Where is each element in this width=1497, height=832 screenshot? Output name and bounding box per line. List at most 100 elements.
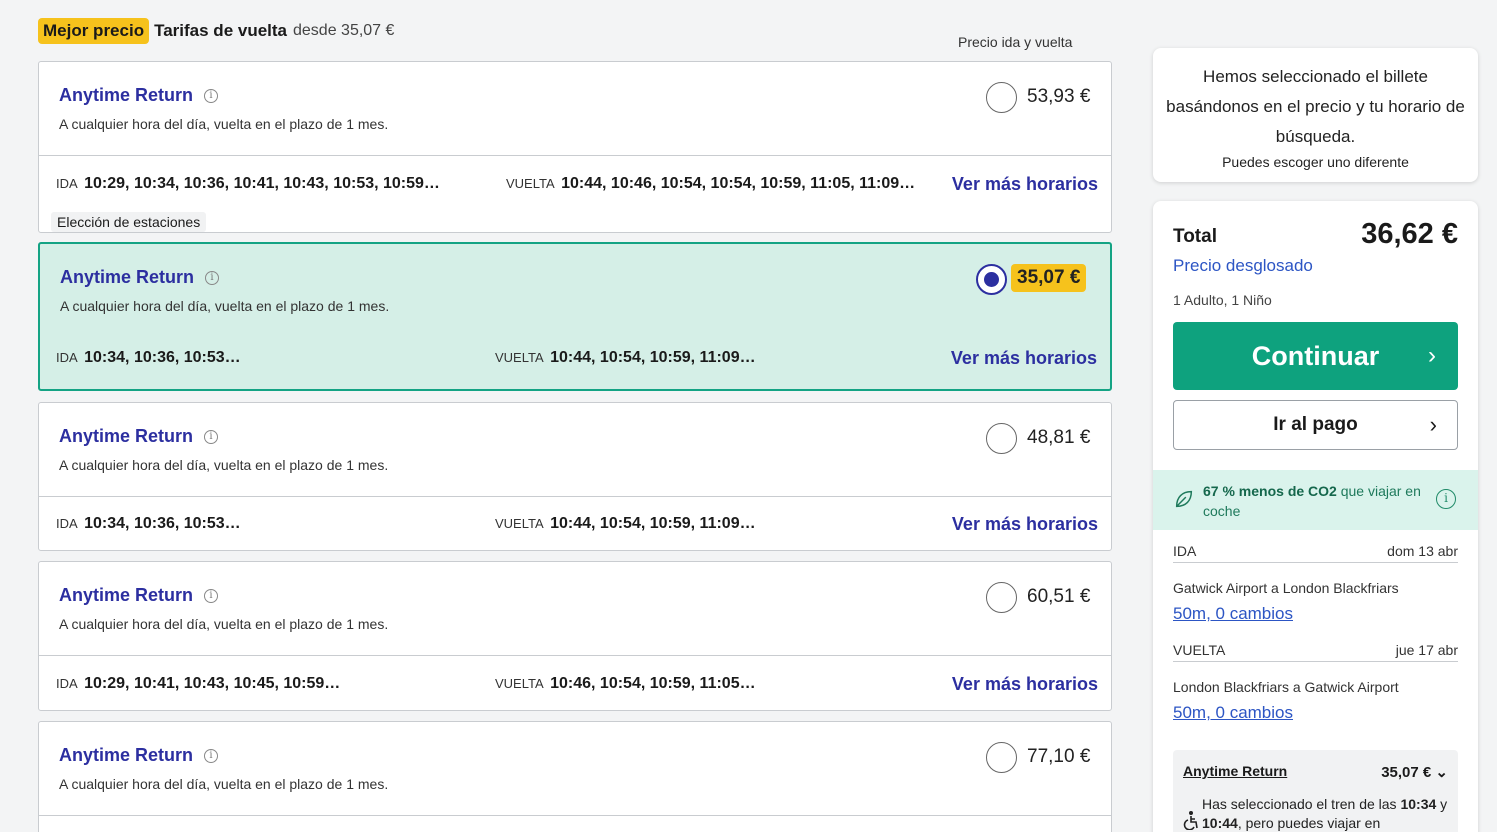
fare-price: 48,81 € (1027, 427, 1091, 448)
booking-summary: Total 36,62 € Precio desglosado 1 Adulto… (1153, 201, 1478, 832)
outbound-times: IDA 10:34, 10:36, 10:53… (56, 349, 241, 367)
fare-radio[interactable] (986, 742, 1017, 773)
price-breakdown-link[interactable]: Precio desglosado (1173, 256, 1313, 276)
return-leg-date: jue 17 abr (1395, 642, 1458, 658)
fare-name[interactable]: Anytime Return (59, 85, 193, 106)
return-time-list: 10:46, 10:54, 10:59, 11:05… (550, 675, 756, 692)
continue-button[interactable]: Continuar › (1173, 322, 1458, 390)
fare-card-selected[interactable]: Anytime Return i A cualquier hora del dí… (38, 242, 1112, 391)
fare-name-row: Anytime Return i (59, 585, 219, 606)
passengers: 1 Adulto, 1 Niño (1173, 292, 1272, 308)
return-route: London Blackfriars a Gatwick Airport (1173, 679, 1399, 695)
chevron-down-icon: ⌄ (1435, 764, 1448, 781)
return-time-list: 10:44, 10:54, 10:59, 11:09… (550, 349, 756, 366)
selected-train-message: Has seleccionado el tren de las 10:34 y … (1202, 795, 1454, 832)
outbound-time-list: 10:29, 10:34, 10:36, 10:41, 10:43, 10:53… (84, 175, 440, 192)
continue-label: Continuar (1251, 340, 1380, 371)
info-icon[interactable]: i (204, 588, 219, 603)
outbound-times: IDA 10:29, 10:41, 10:43, 10:45, 10:59… (56, 675, 340, 693)
fare-description: A cualquier hora del día, vuelta en el p… (59, 616, 389, 632)
msg-time: 10:44 (1202, 815, 1238, 831)
return-time-list: 10:44, 10:54, 10:59, 11:09… (550, 515, 756, 532)
fare-radio[interactable] (986, 582, 1017, 613)
return-label: VUELTA (495, 350, 544, 365)
selected-fare-name[interactable]: Anytime Return (1183, 763, 1287, 779)
co2-highlight: 67 % menos de CO2 (1203, 483, 1337, 499)
fare-name[interactable]: Anytime Return (59, 745, 193, 766)
selected-fare-summary[interactable]: Anytime Return 35,07 € ⌄ Has seleccionad… (1173, 750, 1458, 832)
price-column-label: Precio ida y vuelta (958, 34, 1073, 50)
return-duration-link[interactable]: 50m, 0 cambios (1173, 703, 1293, 723)
fare-radio[interactable] (986, 423, 1017, 454)
fare-radio-selected[interactable] (976, 264, 1007, 295)
co2-banner: 67 % menos de CO2 que viajar en coche i (1153, 470, 1478, 530)
fare-radio[interactable] (986, 82, 1017, 113)
selected-fare-price[interactable]: 35,07 € ⌄ (1381, 763, 1448, 781)
fares-header: Mejor precio Tarifas de vuelta desde 35,… (38, 17, 394, 44)
outbound-route: Gatwick Airport a London Blackfriars (1173, 580, 1399, 596)
fare-price: 53,93 € (1027, 86, 1091, 107)
selection-note-sub: Puedes escoger uno diferente (1222, 154, 1409, 170)
fare-card[interactable]: Anytime Return i A cualquier hora del dí… (38, 561, 1112, 711)
fare-price: 35,07 € (1011, 264, 1087, 292)
msg-part: , pero puedes viajar en (1237, 815, 1381, 831)
msg-part: y (1436, 796, 1448, 812)
selection-note-text: Hemos seleccionado el billete basándonos… (1166, 67, 1465, 146)
fare-description: A cualquier hora del día, vuelta en el p… (59, 776, 389, 792)
go-to-payment-label: Ir al pago (1273, 414, 1358, 435)
fare-card[interactable]: Anytime Return i A cualquier hora del dí… (38, 402, 1112, 551)
fare-description: A cualquier hora del día, vuelta en el p… (59, 116, 389, 132)
chevron-right-icon: › (1428, 342, 1436, 369)
info-icon[interactable]: i (204, 88, 219, 103)
outbound-times: IDA 10:29, 10:34, 10:36, 10:41, 10:43, 1… (56, 175, 440, 193)
return-times: VUELTA 10:44, 10:54, 10:59, 11:09… (495, 515, 756, 533)
total-value: 36,62 € (1361, 218, 1458, 250)
info-icon[interactable]: i (1436, 489, 1456, 509)
fares-title: Tarifas de vuelta (154, 20, 287, 40)
fare-price: 60,51 € (1027, 586, 1091, 607)
best-price-badge: Mejor precio (38, 17, 150, 44)
outbound-time-list: 10:29, 10:41, 10:43, 10:45, 10:59… (84, 675, 341, 692)
fare-name[interactable]: Anytime Return (59, 426, 193, 447)
stations-choice-tag: Elección de estaciones (51, 212, 207, 232)
fare-name[interactable]: Anytime Return (60, 267, 194, 288)
return-label: VUELTA (495, 676, 544, 691)
fare-description: A cualquier hora del día, vuelta en el p… (60, 298, 390, 314)
return-times: VUELTA 10:46, 10:54, 10:59, 11:05… (495, 675, 756, 693)
co2-text: 67 % menos de CO2 que viajar en coche (1203, 481, 1438, 521)
return-times: VUELTA 10:44, 10:46, 10:54, 10:54, 10:59… (506, 175, 915, 193)
info-icon[interactable]: i (204, 429, 219, 444)
outbound-leg-header: IDA dom 13 abr (1173, 543, 1458, 563)
fare-name-row: Anytime Return i (59, 85, 219, 106)
outbound-leg-date: dom 13 abr (1387, 543, 1458, 559)
info-icon[interactable]: i (204, 748, 219, 763)
go-to-payment-button[interactable]: Ir al pago › (1173, 400, 1458, 450)
return-leg-label: VUELTA (1173, 642, 1226, 658)
fare-name-row: Anytime Return i (59, 745, 219, 766)
outbound-leg-label: IDA (1173, 543, 1197, 559)
more-times-link[interactable]: Ver más horarios (951, 348, 1097, 369)
fares-from-price: desde 35,07 € (293, 21, 395, 39)
more-times-link[interactable]: Ver más horarios (952, 514, 1098, 535)
total-label: Total (1173, 226, 1217, 247)
outbound-label: IDA (56, 350, 78, 365)
outbound-label: IDA (56, 676, 78, 691)
return-time-list: 10:44, 10:46, 10:54, 10:54, 10:59, 11:05… (561, 175, 916, 192)
return-times: VUELTA 10:44, 10:54, 10:59, 11:09… (495, 349, 756, 367)
fare-description: A cualquier hora del día, vuelta en el p… (59, 457, 389, 473)
fare-card[interactable]: Anytime Return i A cualquier hora del dí… (38, 721, 1112, 832)
chevron-right-icon: › (1429, 412, 1437, 437)
outbound-time-list: 10:34, 10:36, 10:53… (84, 349, 241, 366)
more-times-link[interactable]: Ver más horarios (952, 174, 1098, 195)
selection-note: Hemos seleccionado el billete basándonos… (1153, 48, 1478, 182)
fare-name[interactable]: Anytime Return (59, 585, 193, 606)
fare-name-row: Anytime Return i (60, 267, 220, 288)
outbound-duration-link[interactable]: 50m, 0 cambios (1173, 604, 1293, 624)
return-label: VUELTA (495, 516, 544, 531)
more-times-link[interactable]: Ver más horarios (952, 674, 1098, 695)
fare-name-row: Anytime Return i (59, 426, 219, 447)
info-icon[interactable]: i (205, 270, 220, 285)
selected-fare-price-value: 35,07 € (1381, 764, 1432, 781)
fare-card[interactable]: Anytime Return i A cualquier hora del dí… (38, 61, 1112, 233)
msg-time: 10:34 (1400, 796, 1437, 812)
